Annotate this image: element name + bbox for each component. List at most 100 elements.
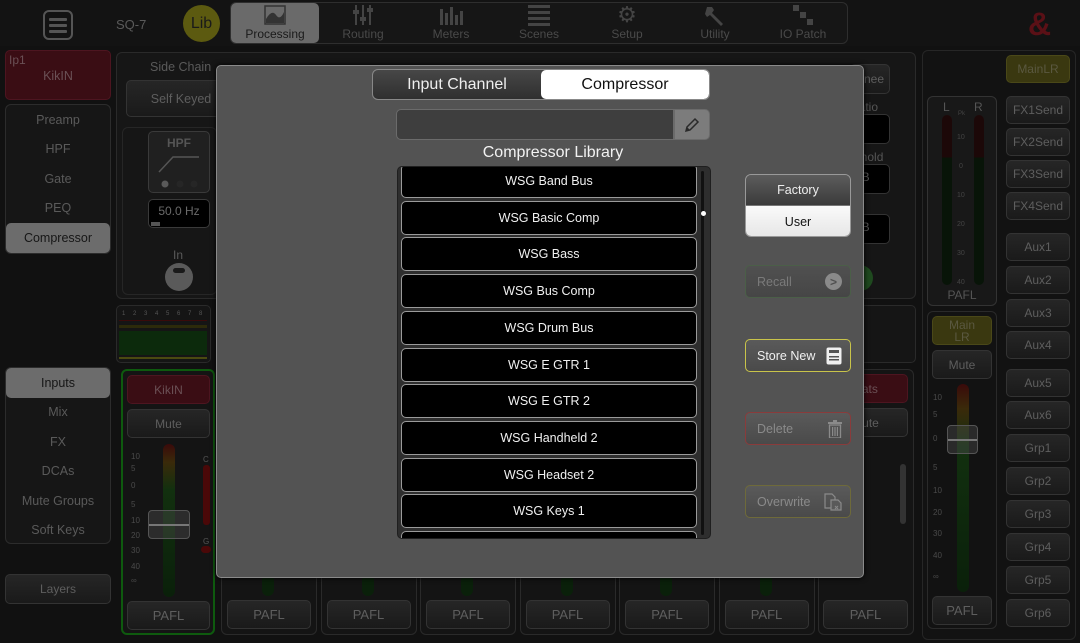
processing-icon (264, 3, 286, 27)
mix-button-aux-1[interactable]: Aux1Aux 1 (1006, 233, 1070, 261)
strip-pafl-button[interactable]: PAFL (823, 600, 908, 629)
mix-button-grp-6[interactable]: Grp6Grp 6 (1006, 599, 1070, 627)
mix-button-aux-4[interactable]: Aux4Aux 4 (1006, 331, 1070, 359)
proc-item-peq[interactable]: PEQ (6, 194, 110, 224)
proc-item-preamp[interactable]: Preamp (6, 105, 110, 135)
library-item[interactable]: WSG Drum Bus (401, 310, 697, 345)
layer-item-inputs[interactable]: Inputs (6, 368, 110, 398)
hpf-in-toggle[interactable] (165, 263, 193, 291)
channel-number: Ip1 (9, 53, 26, 67)
meter-bars: 1 2 3 4 5 6 7 8 (119, 311, 207, 359)
library-item[interactable]: WSG Keys 1 (401, 494, 697, 529)
mix-button-fx1-send[interactable]: FX1SendFX1 Send (1006, 96, 1070, 124)
mix-button-fx2-send[interactable]: FX2SendFX2 Send (1006, 128, 1070, 156)
user-button[interactable]: User (746, 206, 850, 236)
tab-utility[interactable]: Utility (671, 3, 759, 43)
library-item[interactable]: WSG Band Bus (401, 167, 697, 198)
tab-input-channel[interactable]: Input Channel (373, 70, 541, 99)
mix-button-main-lr[interactable]: MainLRMain LR (1006, 55, 1070, 83)
proc-item-gate[interactable]: Gate (6, 164, 110, 194)
recall-button[interactable]: Recall > (745, 265, 851, 298)
hpf-frequency-field[interactable]: 50.0 Hz (148, 199, 210, 228)
library-item[interactable]: WSG Bus Comp (401, 274, 697, 309)
strip-pafl-button[interactable]: PAFL (426, 600, 510, 629)
strip-name-button[interactable]: KikIN (127, 375, 210, 404)
io-patch-icon (792, 3, 814, 27)
strip-pafl-button[interactable]: PAFL (724, 600, 809, 629)
proc-item-compressor[interactable]: Compressor (6, 223, 110, 253)
mix-button-grp-4[interactable]: Grp4Grp 4 (1006, 533, 1070, 561)
library-name-input[interactable] (396, 109, 674, 140)
master-main-lr-button[interactable]: Main LR (932, 316, 992, 345)
mix-button-grp-1[interactable]: Grp1Grp 1 (1006, 434, 1070, 462)
processing-menu: Preamp HPF Gate PEQ Compressor (5, 104, 111, 254)
mix-button-grp-3[interactable]: Grp3Grp 3 (1006, 500, 1070, 528)
layer-item-fx[interactable]: FX (6, 427, 110, 457)
gate-indicator (201, 546, 211, 553)
scenes-icon (528, 3, 550, 27)
hpf-button[interactable]: HPF (148, 131, 210, 193)
mix-button-fx4-send[interactable]: FX4SendFX4 Send (1006, 192, 1070, 220)
clip-indicator (203, 465, 210, 525)
library-item[interactable] (401, 531, 697, 538)
gear-icon: ⚙ (617, 2, 637, 27)
layer-item-soft-keys[interactable]: Soft Keys (6, 516, 110, 546)
proc-item-hpf[interactable]: HPF (6, 135, 110, 165)
strip-pafl-button[interactable]: PAFL (625, 600, 709, 629)
tab-meters[interactable]: Meters (407, 3, 495, 43)
library-button[interactable]: Lib (183, 5, 220, 42)
strip-pafl-button[interactable]: PAFL (525, 600, 610, 629)
layer-item-mix[interactable]: Mix (6, 398, 110, 428)
master-fader-handle[interactable] (947, 425, 978, 454)
master-pafl-button[interactable]: PAFL (932, 596, 992, 625)
trash-icon (828, 419, 842, 438)
mix-button-aux-2[interactable]: Aux2Aux 2 (1006, 266, 1070, 294)
scroll-indicator (701, 211, 706, 216)
strip-pafl-button[interactable]: PAFL (127, 601, 210, 630)
tab-setup[interactable]: ⚙ Setup (583, 2, 671, 43)
edit-name-button[interactable] (674, 109, 710, 140)
library-item[interactable]: WSG Basic Comp (401, 200, 697, 235)
gate-label: G (203, 537, 210, 546)
mix-button-grp-5[interactable]: Grp5Grp 5 (1006, 566, 1070, 594)
pencil-icon (684, 117, 700, 132)
library-item[interactable]: WSG Headset 2 (401, 457, 697, 492)
channel-strip-1: KikIN Mute 10 5 0 5 10 20 30 40 ∞ C G PAFL (121, 369, 215, 635)
channel-select-button[interactable]: Ip1 KikIN (5, 50, 111, 100)
strip-pafl-button[interactable]: PAFL (326, 600, 411, 629)
master-mute-button[interactable]: Mute (932, 350, 992, 379)
layer-item-dcas[interactable]: DCAs (6, 457, 110, 487)
clip-label: C (203, 455, 209, 464)
library-source-toggle: Factory User (745, 174, 851, 237)
tab-scenes[interactable]: Scenes (495, 3, 583, 43)
mix-button-fx3-send[interactable]: FX3SendFX3 Send (1006, 160, 1070, 188)
store-new-button[interactable]: Store New (745, 339, 851, 372)
layer-item-mute-groups[interactable]: Mute Groups (6, 486, 110, 516)
factory-button[interactable]: Factory (746, 175, 850, 206)
strip-pafl-button[interactable]: PAFL (227, 600, 311, 629)
mix-button-aux-5[interactable]: Aux5Aux 5 (1006, 369, 1070, 397)
library-item[interactable]: WSG E GTR 2 (401, 384, 697, 419)
tab-routing[interactable]: Routing (319, 3, 407, 43)
meters-icon (439, 3, 463, 27)
library-item[interactable]: WSG Bass (401, 237, 697, 272)
menu-button[interactable] (43, 10, 73, 40)
side-chain-label: Side Chain (150, 60, 212, 74)
layers-button[interactable]: Layers (5, 574, 111, 604)
mix-button-grp-2[interactable]: Grp2Grp 2 (1006, 467, 1070, 495)
library-item[interactable]: WSG Handheld 2 (401, 420, 697, 455)
tab-processing[interactable]: Processing (231, 3, 319, 43)
mix-button-aux-6[interactable]: Aux6Aux 6 (1006, 401, 1070, 429)
input-meters: 1 2 3 4 5 6 7 8 (116, 305, 211, 363)
delete-button[interactable]: Delete (745, 412, 851, 445)
strip-mute-button[interactable]: Mute (127, 409, 210, 438)
tab-compressor[interactable]: Compressor (541, 70, 709, 99)
library-scrollbar[interactable] (701, 171, 704, 535)
tab-io-patch[interactable]: IO Patch (759, 3, 847, 43)
recall-arrow-icon: > (825, 273, 842, 290)
mix-button-aux-3[interactable]: Aux3Aux 3 (1006, 299, 1070, 327)
strip-fader-handle[interactable] (148, 510, 190, 539)
overwrite-button[interactable]: Overwrite (745, 485, 851, 518)
hpf-in-label: In (173, 248, 184, 262)
library-item[interactable]: WSG E GTR 1 (401, 347, 697, 382)
